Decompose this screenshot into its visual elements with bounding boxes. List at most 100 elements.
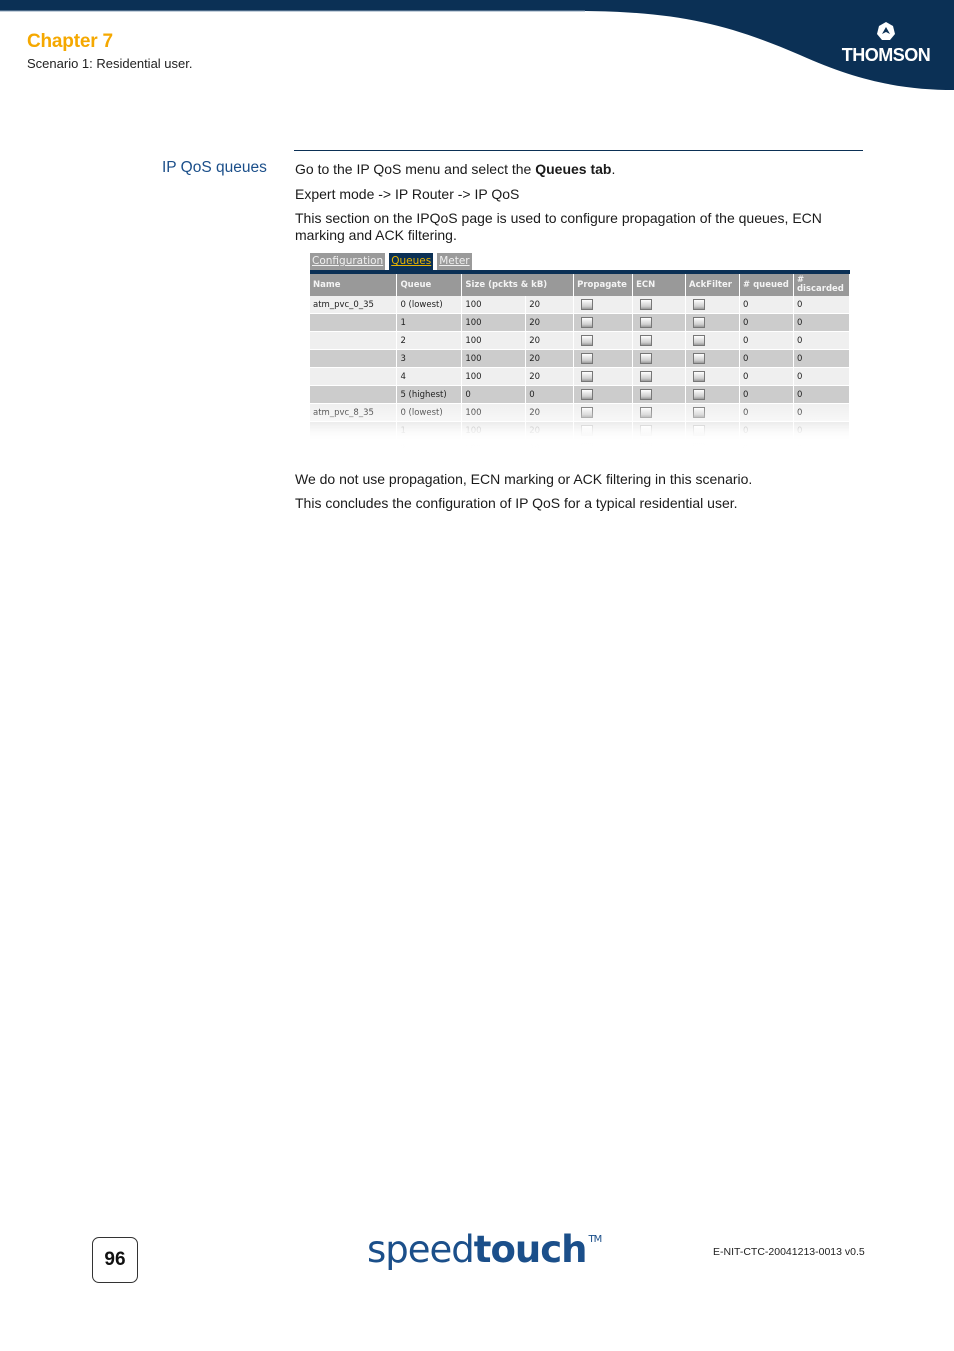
propagate-checkbox[interactable]: [581, 389, 594, 400]
ecn-checkbox[interactable]: [640, 317, 653, 328]
cell-kb: 20: [525, 421, 575, 440]
propagate-checkbox[interactable]: [581, 299, 594, 310]
cell-queued: 0: [739, 331, 794, 350]
cell-ackfilter: [685, 313, 740, 332]
ackfilter-checkbox[interactable]: [693, 407, 705, 418]
cell-ackfilter: [685, 349, 740, 368]
cell-name: [310, 313, 398, 332]
ecn-checkbox[interactable]: [640, 389, 653, 400]
speedtouch-logo: speedtouch TM: [367, 1228, 603, 1271]
ackfilter-checkbox[interactable]: [693, 389, 705, 400]
cell-ecn: [632, 367, 686, 386]
cell-queue: 0 (lowest): [396, 403, 463, 422]
cell-name: [310, 367, 398, 386]
propagate-checkbox[interactable]: [581, 443, 594, 454]
tab-configuration[interactable]: Configuration: [310, 253, 386, 270]
description-paragraph: This section on the IPQoS page is used t…: [295, 210, 822, 243]
cell-name: atm_pvc_0_35: [310, 296, 398, 314]
table-row: 2 100 20 0 0: [310, 331, 850, 350]
cell-queue: 1: [396, 421, 463, 440]
ecn-checkbox[interactable]: [640, 353, 653, 364]
cell-propagate: [573, 349, 634, 368]
propagate-checkbox[interactable]: [581, 371, 594, 382]
trademark-mark: TM: [588, 1234, 603, 1245]
thomson-emblem-icon: [877, 22, 895, 40]
cell-queued: 0: [739, 403, 794, 422]
ecn-checkbox[interactable]: [640, 407, 653, 418]
cell-propagate: [573, 367, 634, 386]
ackfilter-checkbox[interactable]: [693, 335, 705, 346]
cell-queued: 0: [739, 313, 794, 332]
cell-propagate: [573, 421, 634, 440]
cell-packets: 100: [461, 367, 527, 386]
cell-packets: 100: [461, 421, 527, 440]
cell-packets: 100: [461, 439, 527, 458]
brand-bold-text: touch: [473, 1228, 588, 1271]
propagate-checkbox[interactable]: [581, 407, 594, 418]
menu-path-paragraph: Expert mode -> IP Router -> IP QoS: [295, 186, 520, 202]
cell-queued: 0: [739, 421, 794, 440]
table-row: 1 100 20 0 0: [310, 313, 850, 332]
ackfilter-checkbox[interactable]: [693, 299, 705, 310]
ecn-checkbox[interactable]: [640, 425, 653, 436]
ecn-checkbox[interactable]: [640, 443, 653, 454]
cell-queue: 2: [396, 331, 463, 350]
tab-meter[interactable]: Meter: [437, 253, 472, 270]
table-row: 3 100 20 0 0: [310, 349, 850, 368]
cell-ackfilter: [685, 385, 740, 404]
instruction-paragraph: Go to the IP QoS menu and select the Que…: [295, 161, 865, 178]
ackfilter-checkbox[interactable]: [693, 317, 705, 328]
table-row: atm_pvc_0_35 0 (lowest) 100 20 0 0: [310, 296, 850, 314]
page-number: 96: [92, 1237, 138, 1283]
conclusion-paragraph: This concludes the configuration of IP Q…: [295, 495, 738, 511]
ecn-checkbox[interactable]: [640, 371, 653, 382]
cell-propagate: [573, 313, 634, 332]
cell-ackfilter: [685, 296, 740, 314]
cell-queue: 4: [396, 367, 463, 386]
table-row: atm_pvc_8_35 0 (lowest) 100 20 0 0: [310, 403, 850, 422]
table-row: 5 (highest) 0 0 0 0: [310, 385, 850, 404]
column-header-discarded: # discarded: [793, 274, 850, 296]
ecn-checkbox[interactable]: [640, 335, 653, 346]
ackfilter-checkbox[interactable]: [693, 371, 705, 382]
cell-queued: 0: [739, 439, 794, 458]
cell-ecn: [632, 421, 686, 440]
cell-queue: 5 (highest): [396, 385, 463, 404]
section-heading: IP QoS queues: [162, 159, 267, 176]
ackfilter-checkbox[interactable]: [693, 425, 705, 436]
cell-packets: 0: [461, 385, 527, 404]
cell-discarded: 0: [793, 403, 850, 422]
column-header-name: Name: [310, 274, 398, 296]
cell-kb: 20: [525, 331, 575, 350]
tab-queues[interactable]: Queues: [389, 253, 434, 270]
cell-kb: 20: [525, 296, 575, 314]
ackfilter-checkbox[interactable]: [693, 353, 705, 364]
cell-propagate: [573, 385, 634, 404]
cell-discarded: 0: [793, 367, 850, 386]
cell-ecn: [632, 296, 686, 314]
cell-name: [310, 331, 398, 350]
table-row: 2 100 20 0 0: [310, 439, 850, 458]
propagate-checkbox[interactable]: [581, 425, 594, 436]
cell-queue: 2: [396, 439, 463, 458]
cell-ecn: [632, 313, 686, 332]
cell-queued: 0: [739, 296, 794, 314]
cell-propagate: [573, 331, 634, 350]
cell-kb: 0: [525, 385, 575, 404]
table-header-row: Name Queue Size (pckts & kB) Propagate E…: [310, 274, 850, 296]
ipqos-queues-screenshot: Configuration Queues Meter Name Queue Si…: [310, 253, 850, 458]
column-header-ackfilter: AckFilter: [685, 274, 740, 296]
propagate-checkbox[interactable]: [581, 335, 594, 346]
cell-packets: 100: [461, 349, 527, 368]
propagate-checkbox[interactable]: [581, 353, 594, 364]
cell-ecn: [632, 439, 686, 458]
propagate-checkbox[interactable]: [581, 317, 594, 328]
cell-discarded: 0: [793, 349, 850, 368]
cell-queued: 0: [739, 349, 794, 368]
table-row: 4 100 20 0 0: [310, 367, 850, 386]
cell-queue: 1: [396, 313, 463, 332]
ecn-checkbox[interactable]: [640, 299, 653, 310]
cell-name: [310, 421, 398, 440]
cell-discarded: 0: [793, 313, 850, 332]
ackfilter-checkbox[interactable]: [693, 443, 705, 454]
